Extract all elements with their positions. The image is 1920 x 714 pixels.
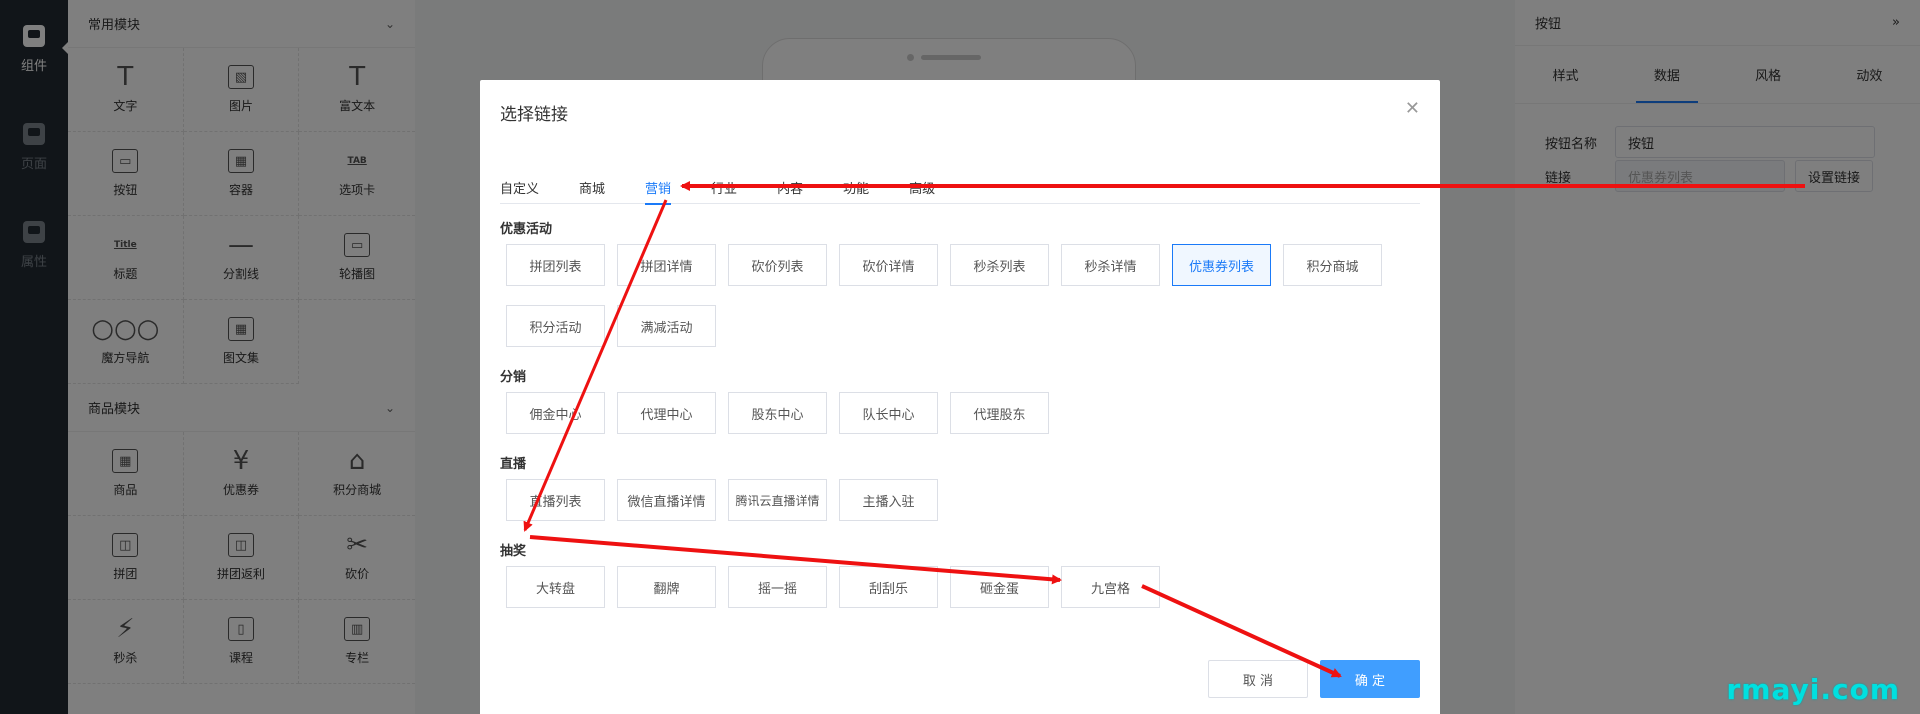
link-option-button[interactable]: 拼团列表: [506, 244, 605, 286]
link-options: 大转盘 翻牌 摇一摇 刮刮乐 砸金蛋 九宫格: [506, 566, 1420, 627]
link-option-button[interactable]: 代理中心: [617, 392, 716, 434]
dialog-body: 优惠活动拼团列表 拼团详情 砍价列表 砍价详情 秒杀列表 秒杀详情 优惠券列表 积分商城积分活…: [500, 218, 1420, 627]
link-options: 直播列表 微信直播详情 腾讯云直播详情 主播入驻: [506, 479, 1420, 540]
dialog-tab[interactable]: 行业: [711, 170, 737, 204]
dialog-tab[interactable]: 营销: [645, 170, 672, 205]
link-option-button[interactable]: 优惠券列表: [1172, 244, 1271, 286]
link-option-button[interactable]: 砸金蛋: [950, 566, 1049, 608]
dialog-tab[interactable]: 商城: [579, 170, 605, 204]
link-option-button[interactable]: 佣金中心: [506, 392, 605, 434]
link-option-button[interactable]: 直播列表: [506, 479, 605, 521]
link-option-button[interactable]: 大转盘: [506, 566, 605, 608]
link-option-button[interactable]: 代理股东: [950, 392, 1049, 434]
link-group-title: 优惠活动: [500, 222, 553, 237]
confirm-button[interactable]: 确 定: [1320, 660, 1420, 698]
link-option-button[interactable]: 秒杀详情: [1061, 244, 1160, 286]
link-group-title: 直播: [500, 457, 527, 472]
link-option-button[interactable]: 队长中心: [839, 392, 938, 434]
watermark: rmayi.com: [1726, 673, 1900, 706]
link-option-button[interactable]: 砍价详情: [839, 244, 938, 286]
dialog-title: 选择链接: [500, 105, 568, 125]
link-group-title: 抽奖: [500, 544, 527, 559]
dialog-footer: 取 消 确 定: [1196, 660, 1420, 698]
link-group: 直播直播列表 微信直播详情 腾讯云直播详情 主播入驻: [500, 453, 1420, 540]
link-option-button[interactable]: 满减活动: [617, 305, 716, 347]
link-option-button[interactable]: 微信直播详情: [617, 479, 716, 521]
link-option-button[interactable]: 主播入驻: [839, 479, 938, 521]
link-group-title: 分销: [500, 370, 527, 385]
link-option-button[interactable]: 拼团详情: [617, 244, 716, 286]
close-icon[interactable]: ✕: [1405, 98, 1420, 119]
link-group: 优惠活动拼团列表 拼团详情 砍价列表 砍价详情 秒杀列表 秒杀详情 优惠券列表 积分商城积分活…: [500, 218, 1420, 366]
link-group: 分销佣金中心 代理中心 股东中心 队长中心 代理股东: [500, 366, 1420, 453]
link-option-button[interactable]: 积分活动: [506, 305, 605, 347]
link-option-button[interactable]: 秒杀列表: [950, 244, 1049, 286]
dialog-tabs: 自定义 商城 营销 行业 内容 功能 高级: [500, 170, 1420, 205]
link-options: 佣金中心 代理中心 股东中心 队长中心 代理股东: [506, 392, 1420, 453]
link-option-button[interactable]: 砍价列表: [728, 244, 827, 286]
dialog-tab[interactable]: 功能: [843, 170, 869, 204]
dialog-tab[interactable]: 自定义: [500, 170, 539, 204]
link-group: 抽奖大转盘 翻牌 摇一摇 刮刮乐 砸金蛋 九宫格: [500, 540, 1420, 627]
cancel-button[interactable]: 取 消: [1208, 660, 1308, 698]
link-option-button[interactable]: 摇一摇: [728, 566, 827, 608]
link-option-button[interactable]: 腾讯云直播详情: [728, 479, 827, 521]
link-option-button[interactable]: 刮刮乐: [839, 566, 938, 608]
dialog-tab[interactable]: 高级: [909, 170, 935, 204]
dialog-tab[interactable]: 内容: [777, 170, 803, 204]
link-option-button[interactable]: 积分商城: [1283, 244, 1382, 286]
link-option-button[interactable]: 九宫格: [1061, 566, 1160, 608]
select-link-dialog: 选择链接 ✕ 自定义 商城 营销 行业 内容 功能 高级 优惠活动拼团列表 拼团详情 砍价列表砍…: [480, 80, 1440, 714]
link-options: 拼团列表 拼团详情 砍价列表 砍价详情 秒杀列表 秒杀详情 优惠券列表 积分商城积分活动 满减活…: [506, 244, 1420, 366]
link-option-button[interactable]: 股东中心: [728, 392, 827, 434]
link-option-button[interactable]: 翻牌: [617, 566, 716, 608]
